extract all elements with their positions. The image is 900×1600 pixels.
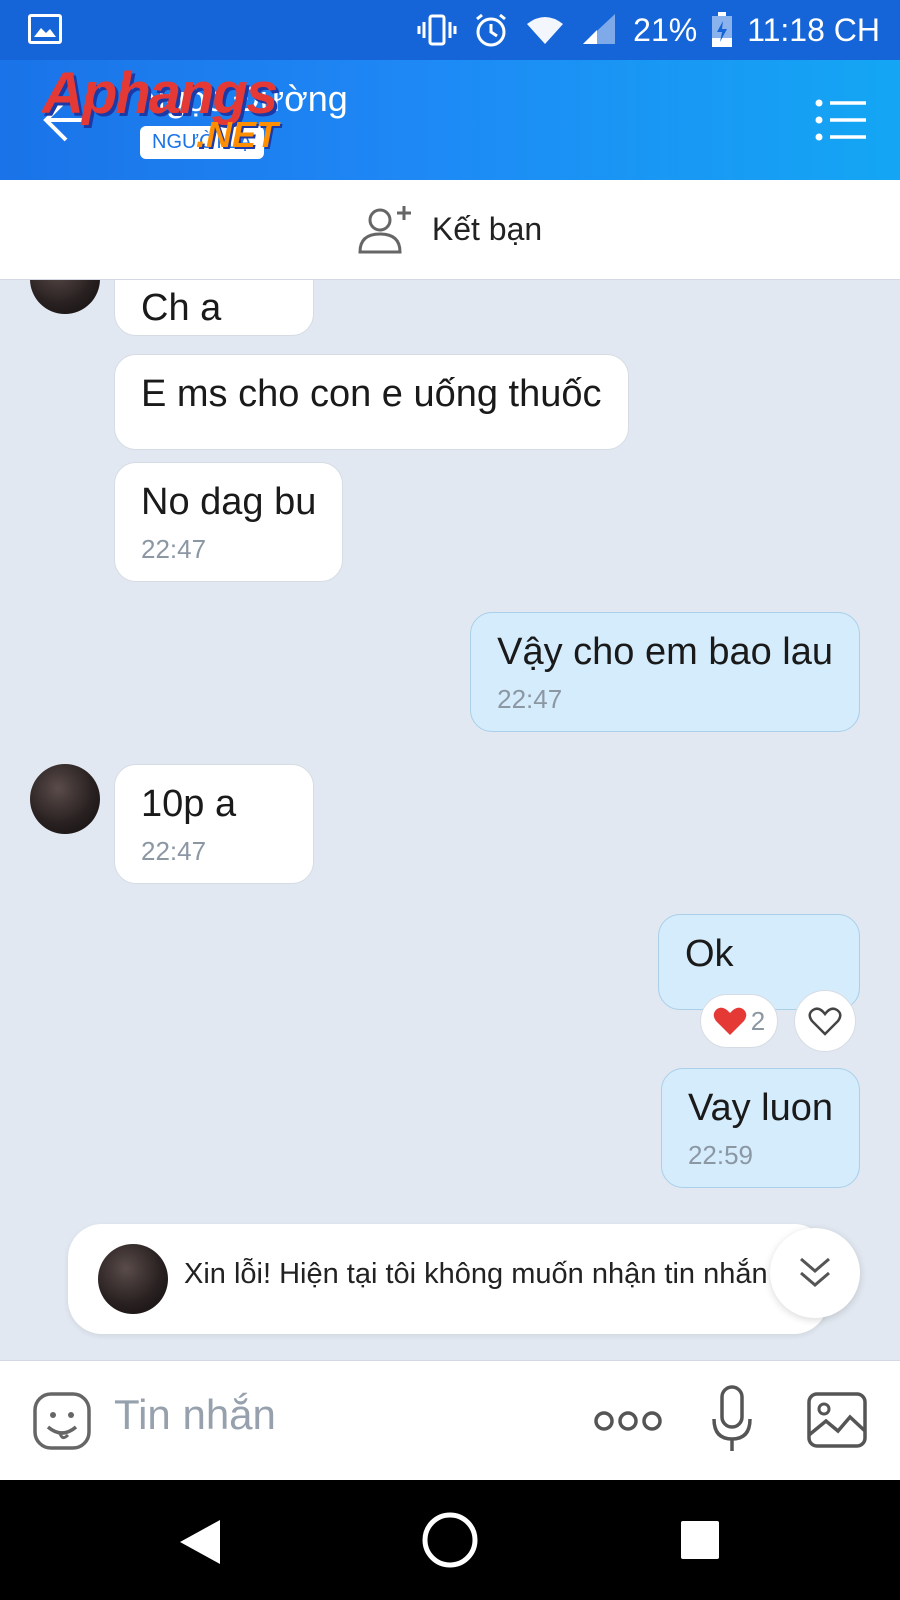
message-text: Ok xyxy=(685,933,734,975)
message-text: Vậy cho em bao lau xyxy=(497,631,833,673)
system-navigation-bar xyxy=(0,1480,900,1600)
react-button[interactable] xyxy=(794,990,856,1052)
clock: 11:18 CH xyxy=(747,11,880,48)
message-text: Ch a xyxy=(141,287,222,329)
sticker-emoji-icon[interactable] xyxy=(32,1391,92,1451)
add-friend-button[interactable]: Kết bạn xyxy=(0,180,900,280)
nav-home-icon[interactable] xyxy=(420,1510,480,1570)
microphone-icon[interactable] xyxy=(710,1385,754,1455)
status-bar: 21% 11:18 CH xyxy=(0,0,900,60)
message-list[interactable]: Ch a E ms cho con e uống thuốc No dag bu… xyxy=(0,280,900,1360)
alarm-icon xyxy=(476,13,507,47)
reaction-summary[interactable]: 2 xyxy=(700,994,778,1048)
add-friend-label: Kết bạn xyxy=(431,211,543,247)
menu-button[interactable] xyxy=(814,98,870,142)
contact-avatar[interactable] xyxy=(30,280,100,314)
message-bubble[interactable]: Vay luon 22:59 xyxy=(660,1068,860,1188)
message-text: E ms cho con e uống thuốc xyxy=(141,373,602,415)
vibrate-icon xyxy=(417,14,457,46)
message-composer: Tin nhắn xyxy=(0,1360,900,1480)
signal-icon xyxy=(583,14,616,44)
message-bubble[interactable]: E ms cho con e uống thuốc xyxy=(114,354,629,450)
nav-back-icon[interactable] xyxy=(176,1518,224,1566)
double-chevron-down-icon xyxy=(800,1257,830,1287)
back-button[interactable] xyxy=(40,90,100,150)
contact-avatar[interactable] xyxy=(30,764,100,834)
auto-reply-banner[interactable]: Xin lỗi! Hiện tại tôi không muốn nhận ti… xyxy=(68,1224,828,1334)
gallery-notification-icon xyxy=(28,14,62,44)
nav-recents-icon[interactable] xyxy=(680,1520,720,1560)
message-text: Vay luon xyxy=(687,1087,833,1129)
message-time: 22:47 xyxy=(141,836,207,866)
wifi-icon xyxy=(527,17,564,44)
auto-reply-text: Xin lỗi! Hiện tại tôi không muốn nhận ti… xyxy=(184,1258,768,1290)
add-friend-icon xyxy=(358,205,411,253)
heart-outline-icon xyxy=(808,1007,842,1036)
battery-percent: 21% xyxy=(633,11,698,48)
contact-avatar xyxy=(98,1244,168,1314)
back-arrow-icon xyxy=(43,98,92,142)
message-text: No dag bu xyxy=(141,481,317,523)
more-options-icon[interactable] xyxy=(594,1409,662,1433)
message-text: 10p a xyxy=(141,783,237,825)
stranger-badge: NGƯỜI LẠ xyxy=(140,126,264,159)
reaction-count: 2 xyxy=(750,1005,766,1036)
contact-name[interactable]: Ngọc Đường xyxy=(140,78,348,120)
heart-reaction-icon xyxy=(713,1007,747,1035)
message-bubble[interactable]: 10p a 22:47 xyxy=(114,764,314,884)
message-time: 22:59 xyxy=(687,1140,754,1170)
list-menu-icon xyxy=(815,99,866,141)
message-input[interactable]: Tin nhắn xyxy=(114,1391,276,1439)
scroll-to-bottom-button[interactable] xyxy=(770,1228,860,1318)
message-bubble[interactable]: Vậy cho em bao lau 22:47 xyxy=(470,612,860,732)
image-gallery-icon[interactable] xyxy=(806,1391,868,1449)
message-bubble[interactable]: Ch a xyxy=(114,280,314,336)
message-bubble[interactable]: No dag bu 22:47 xyxy=(114,462,344,582)
battery-charging-icon xyxy=(712,12,733,47)
message-time: 22:47 xyxy=(141,534,207,564)
message-time: 22:47 xyxy=(497,684,563,714)
chat-header: Ngọc Đường NGƯỜI LẠ Aphangs .NET xyxy=(0,60,900,180)
